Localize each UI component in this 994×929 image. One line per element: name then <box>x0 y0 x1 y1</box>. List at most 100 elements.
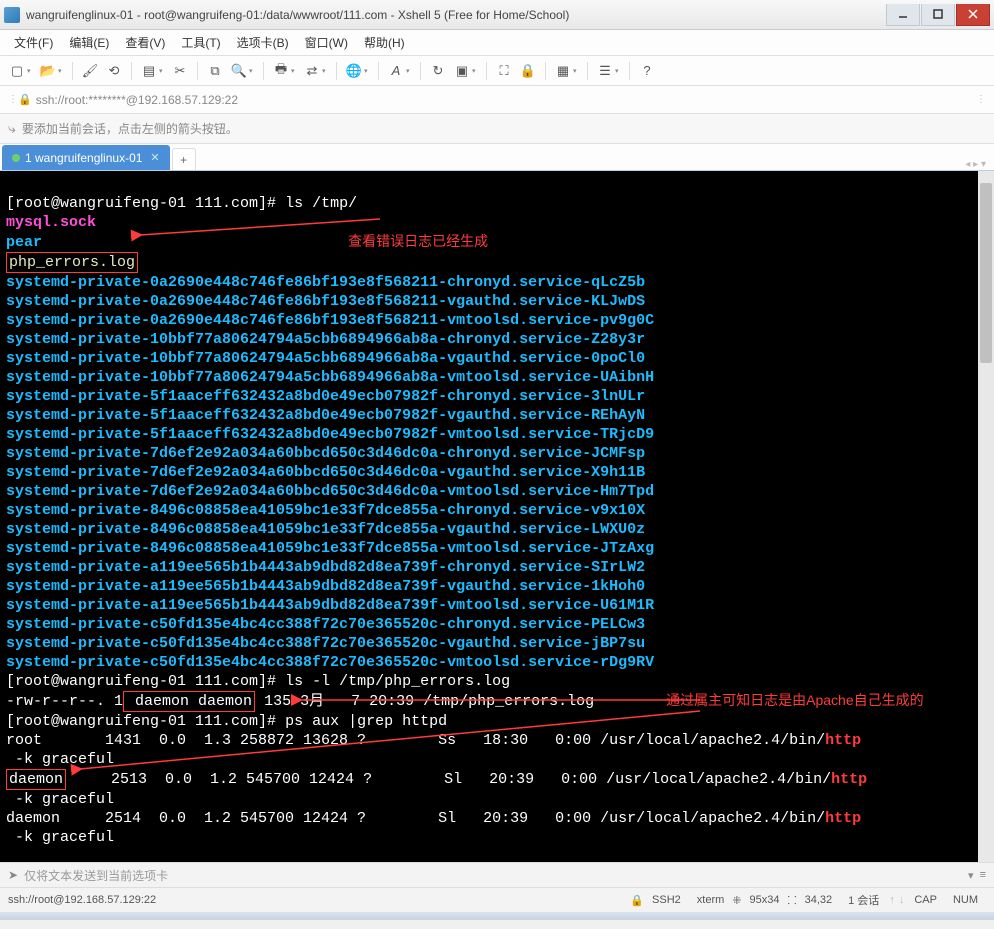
status-connection: ssh://root@192.168.57.129:22 <box>8 894 156 906</box>
status-caps: CAP <box>914 894 937 906</box>
prev-tab-icon[interactable]: ◂ <box>965 159 970 170</box>
status-num: NUM <box>953 894 978 906</box>
file-socket: mysql.sock <box>6 214 96 231</box>
scrollbar-thumb[interactable] <box>980 183 992 363</box>
tab-bar: 1 wangruifenglinux-01 ✕ + ◂ ▸ ▾ <box>0 144 994 171</box>
menu-window[interactable]: 窗口(W) <box>297 30 356 55</box>
font-icon[interactable]: A <box>385 60 407 82</box>
separator <box>587 62 588 80</box>
separator <box>72 62 73 80</box>
terminal[interactable]: [root@wangruifeng-01 111.com]# ls /tmp/ … <box>0 171 994 862</box>
dropdown-icon[interactable]: ▾ <box>406 67 414 75</box>
globe-icon[interactable]: 🌐 <box>343 60 365 82</box>
cut-icon[interactable]: ✂ <box>169 60 191 82</box>
new-session-icon[interactable]: ▢ <box>6 60 28 82</box>
tab-label: 1 wangruifenglinux-01 <box>25 151 142 165</box>
annotation-error-log: 查看错误日志已经生成 <box>348 233 488 249</box>
session-tab[interactable]: 1 wangruifenglinux-01 ✕ <box>2 145 170 170</box>
minimize-button[interactable] <box>886 4 920 26</box>
dropdown-icon[interactable]: ▾ <box>472 67 480 75</box>
separator <box>545 62 546 80</box>
separator <box>486 62 487 80</box>
separator <box>420 62 421 80</box>
send-input[interactable]: 仅将文本发送到当前选项卡 <box>24 867 962 884</box>
menu-view[interactable]: 查看(V) <box>117 30 173 55</box>
handle-icon: ⋮ <box>8 94 18 105</box>
next-session-icon[interactable]: ↓ <box>899 894 905 906</box>
send-menu-icon[interactable]: ≡ <box>980 869 986 881</box>
tab-nav: ◂ ▸ ▾ <box>959 159 992 170</box>
separator <box>131 62 132 80</box>
systemd-listing: systemd-private-0a2690e448c746fe86bf193e… <box>6 273 988 672</box>
next-tab-icon[interactable]: ▸ <box>973 159 978 170</box>
address-text[interactable]: ssh://root:********@192.168.57.129:22 <box>36 93 976 107</box>
status-dot-icon <box>12 154 20 162</box>
copy-icon[interactable]: ⧉ <box>204 60 226 82</box>
hint-text: 要添加当前会话，点击左侧的箭头按钮。 <box>22 120 238 137</box>
status-terminal-type: xterm <box>697 894 725 906</box>
script-icon[interactable]: ▣ <box>451 60 473 82</box>
dropdown-icon[interactable]: ▾ <box>249 67 257 75</box>
search-icon[interactable]: 🔍 <box>228 60 250 82</box>
command: ls -l /tmp/php_errors.log <box>285 673 510 690</box>
window-titlebar: wangruifenglinux-01 - root@wangruifeng-0… <box>0 0 994 30</box>
dropdown-icon[interactable]: ▾ <box>27 67 35 75</box>
status-cursor-pos: 34,32 <box>805 894 833 906</box>
bookmark-icon[interactable]: ⤷ <box>8 120 16 137</box>
window-border <box>0 912 994 920</box>
separator <box>629 62 630 80</box>
dropdown-icon[interactable]: ▾ <box>322 67 330 75</box>
open-icon[interactable]: 📂 <box>37 60 59 82</box>
command: ls /tmp/ <box>285 195 357 212</box>
fullscreen-icon[interactable]: ⛶ <box>493 60 515 82</box>
add-tab-button[interactable]: + <box>172 148 196 170</box>
separator <box>197 62 198 80</box>
dropdown-icon[interactable]: ▾ <box>58 67 66 75</box>
terminal-scrollbar[interactable] <box>978 171 994 862</box>
properties-icon[interactable]: ▤ <box>138 60 160 82</box>
list-icon[interactable]: ☰ <box>594 60 616 82</box>
print-icon[interactable]: 🖶 <box>270 60 292 82</box>
status-size: 95x34 <box>749 894 779 906</box>
separator <box>378 62 379 80</box>
window-title: wangruifenglinux-01 - root@wangruifeng-0… <box>26 8 885 22</box>
address-bar: ⋮ 🔒 ssh://root:********@192.168.57.129:2… <box>0 86 994 114</box>
reconnect-icon[interactable]: ⟲ <box>103 60 125 82</box>
separator <box>336 62 337 80</box>
menu-file[interactable]: 文件(F) <box>6 30 61 55</box>
file-symlink: pear <box>6 234 42 251</box>
lock-icon[interactable]: 🔒 <box>517 60 539 82</box>
brush-icon[interactable]: 🖌 <box>79 60 101 82</box>
handle-icon: ⋮ <box>976 94 986 105</box>
layout-icon[interactable]: ▦ <box>552 60 574 82</box>
menu-help[interactable]: 帮助(H) <box>356 30 413 55</box>
help-icon[interactable]: ? <box>636 60 658 82</box>
transfer-icon[interactable]: ⇄ <box>301 60 323 82</box>
dropdown-icon[interactable]: ▾ <box>159 67 167 75</box>
app-icon <box>4 7 20 23</box>
command: ps aux |grep httpd <box>285 713 447 730</box>
maximize-button[interactable] <box>921 4 955 26</box>
dropdown-icon[interactable]: ▾ <box>573 67 581 75</box>
dropdown-icon[interactable]: ▾ <box>615 67 623 75</box>
send-icon[interactable]: ➤ <box>8 868 18 882</box>
status-sessions: 1 会话 <box>848 892 879 908</box>
prev-session-icon[interactable]: ↑ <box>889 894 895 906</box>
status-bar: ssh://root@192.168.57.129:22 🔒 SSH2 xter… <box>0 888 994 912</box>
close-button[interactable] <box>956 4 990 26</box>
send-dropdown-icon[interactable]: ▾ <box>968 869 974 882</box>
window-controls <box>885 4 990 26</box>
hint-bar: ⤷ 要添加当前会话，点击左侧的箭头按钮。 <box>0 114 994 144</box>
menu-tabs[interactable]: 选项卡(B) <box>229 30 297 55</box>
tab-menu-icon[interactable]: ▾ <box>981 159 986 170</box>
dropdown-icon[interactable]: ▾ <box>291 67 299 75</box>
refresh-icon[interactable]: ↻ <box>427 60 449 82</box>
prompt: [root@wangruifeng-01 111.com]# <box>6 673 276 690</box>
menu-tools[interactable]: 工具(T) <box>173 30 228 55</box>
menu-edit[interactable]: 编辑(E) <box>61 30 117 55</box>
highlighted-file: php_errors.log <box>6 252 138 273</box>
prompt: [root@wangruifeng-01 111.com]# <box>6 195 276 212</box>
status-protocol: SSH2 <box>652 894 681 906</box>
dropdown-icon[interactable]: ▾ <box>364 67 372 75</box>
close-tab-icon[interactable]: ✕ <box>150 151 159 164</box>
